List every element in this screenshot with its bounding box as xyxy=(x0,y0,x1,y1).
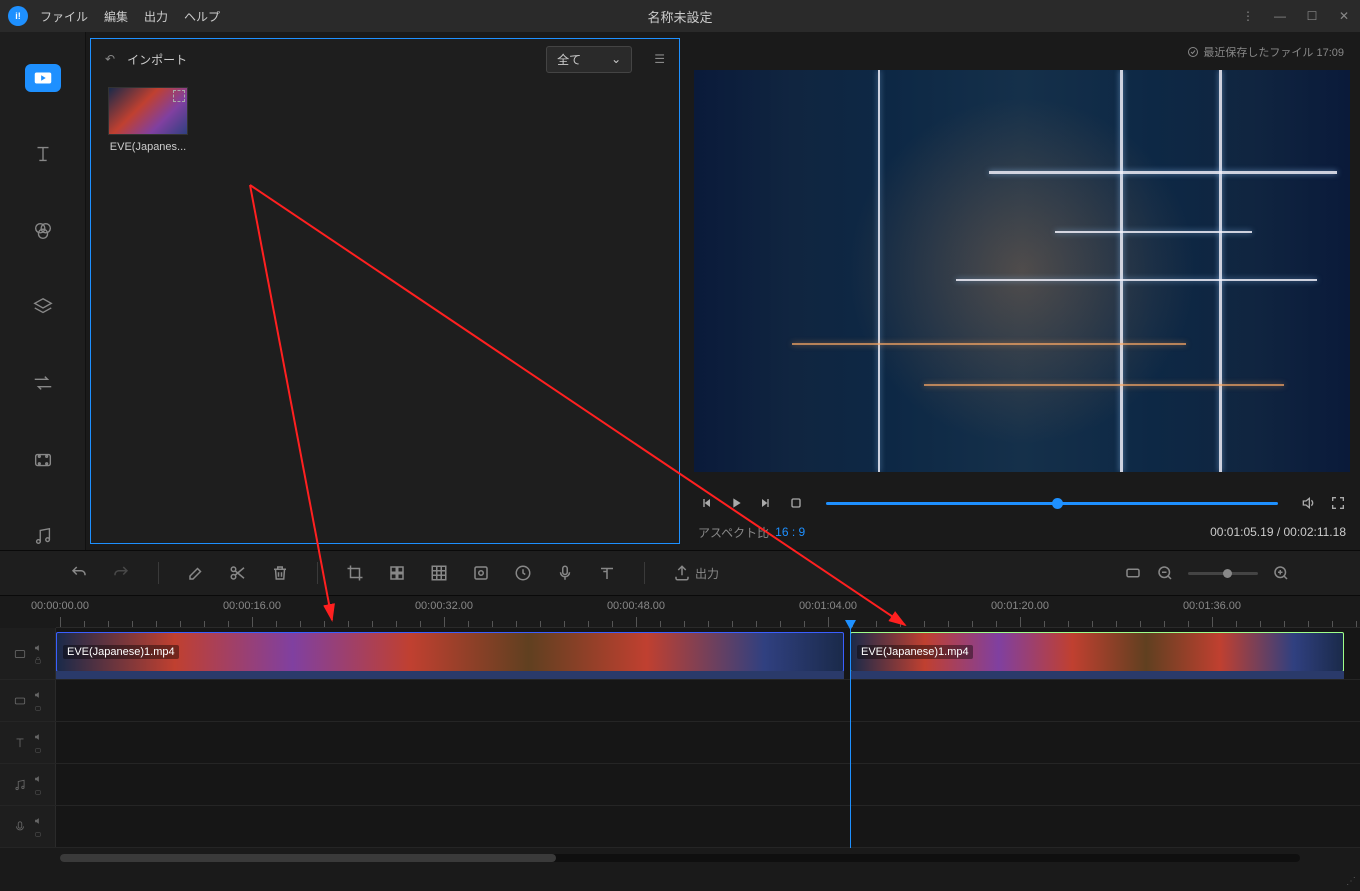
media-item-label: EVE(Japanes... xyxy=(110,141,186,153)
mosaic-tool[interactable] xyxy=(388,564,406,582)
tab-transitions[interactable] xyxy=(25,369,61,397)
zoom-fit-button[interactable] xyxy=(1124,564,1142,582)
progress-bar[interactable] xyxy=(826,502,1278,505)
menu-help[interactable]: ヘルプ xyxy=(184,8,220,25)
timeline: 00:00:00.00 00:00:16.00 00:00:32.00 00:00:4… xyxy=(0,596,1360,848)
import-button[interactable]: インポート xyxy=(127,51,187,68)
audio-track[interactable] xyxy=(0,764,1360,806)
side-tabs xyxy=(0,32,86,550)
export-button[interactable]: 出力 xyxy=(673,564,719,582)
ruler-label: 00:00:16.00 xyxy=(223,600,281,612)
media-filter-dropdown[interactable]: 全て ⌄ xyxy=(546,46,632,73)
tab-filters[interactable] xyxy=(25,217,61,245)
redo-button[interactable] xyxy=(112,564,130,582)
media-item[interactable]: EVE(Japanes... xyxy=(105,87,191,153)
chevron-down-icon: ⌄ xyxy=(611,52,621,66)
progress-knob[interactable] xyxy=(1052,498,1063,509)
zoom-slider[interactable] xyxy=(1188,572,1258,575)
tracks: EVE(Japanese)1.mp4 EVE(Japanese)1.mp4 xyxy=(0,628,1360,848)
video-track[interactable]: EVE(Japanese)1.mp4 EVE(Japanese)1.mp4 xyxy=(0,628,1360,680)
ruler-label: 00:00:48.00 xyxy=(607,600,665,612)
delete-tool[interactable] xyxy=(271,564,289,582)
save-info: 最近保存したファイル 17:09 xyxy=(1187,44,1344,60)
zoom-out-button[interactable] xyxy=(1156,564,1174,582)
minimize-button[interactable]: — xyxy=(1272,9,1288,23)
aspect-label: アスペクト比 xyxy=(698,524,769,541)
ruler-label: 00:01:36.00 xyxy=(1183,600,1241,612)
overlay-track[interactable] xyxy=(0,680,1360,722)
tab-audio[interactable] xyxy=(25,522,61,550)
tab-text[interactable] xyxy=(25,140,61,168)
split-tool[interactable] xyxy=(229,564,247,582)
undo-import-icon[interactable]: ↶ xyxy=(105,52,115,66)
text-tool[interactable] xyxy=(598,564,616,582)
aspect-value[interactable]: 16 : 9 xyxy=(775,525,805,539)
prev-frame-button[interactable] xyxy=(698,495,714,511)
track-head-voice xyxy=(0,806,56,847)
menu-output[interactable]: 出力 xyxy=(144,8,168,25)
media-thumbnail xyxy=(108,87,188,135)
fullscreen-button[interactable] xyxy=(1330,495,1346,511)
volume-button[interactable] xyxy=(1300,495,1316,511)
close-button[interactable]: ✕ xyxy=(1336,9,1352,23)
transport-controls xyxy=(694,486,1350,520)
titlebar: i! ファイル 編集 出力 ヘルプ 名称未設定 ⋮ — ☐ ✕ xyxy=(0,0,1360,32)
track-head-video xyxy=(0,628,56,679)
timeline-toolbar: 出力 xyxy=(0,550,1360,596)
timeline-ruler[interactable]: 00:00:00.0000:00:16.0000:00:32.0000:00:4… xyxy=(56,596,1360,628)
edit-tool[interactable] xyxy=(187,564,205,582)
filter-label: 全て xyxy=(557,51,581,68)
track-head-overlay xyxy=(0,680,56,721)
track-head-text xyxy=(0,722,56,763)
ruler-label: 00:01:04.00 xyxy=(799,600,857,612)
crop-tool[interactable] xyxy=(346,564,364,582)
app-logo: i! xyxy=(8,6,28,26)
ruler-label: 00:00:32.00 xyxy=(415,600,473,612)
menu-file[interactable]: ファイル xyxy=(40,8,88,25)
text-track[interactable] xyxy=(0,722,1360,764)
window-title: 名称未設定 xyxy=(647,7,712,26)
preview-viewport[interactable] xyxy=(694,70,1350,472)
more-icon[interactable]: ⋮ xyxy=(1240,9,1256,23)
tab-overlays[interactable] xyxy=(25,293,61,321)
undo-button[interactable] xyxy=(70,564,88,582)
freeze-tool[interactable] xyxy=(472,564,490,582)
resize-grip[interactable]: ⋰ xyxy=(1346,876,1356,887)
preview-panel: 最近保存したファイル 17:09 アスペクト比 16 : 9 00:01:05.… xyxy=(684,32,1360,550)
voice-track[interactable] xyxy=(0,806,1360,848)
track-head-audio xyxy=(0,764,56,805)
ruler-label: 00:01:20.00 xyxy=(991,600,1049,612)
clip-2[interactable]: EVE(Japanese)1.mp4 xyxy=(850,632,1344,672)
menu-edit[interactable]: 編集 xyxy=(104,8,128,25)
speed-tool[interactable] xyxy=(514,564,532,582)
timeline-scrollbar[interactable] xyxy=(0,848,1360,868)
maximize-button[interactable]: ☐ xyxy=(1304,9,1320,23)
zoom-in-button[interactable] xyxy=(1272,564,1290,582)
playhead[interactable] xyxy=(850,628,851,848)
tab-media[interactable] xyxy=(25,64,61,92)
time-display: 00:01:05.19 / 00:02:11.18 xyxy=(1210,525,1346,539)
grid-tool[interactable] xyxy=(430,564,448,582)
media-panel: ↶ インポート 全て ⌄ ☰ EVE(Japanes... xyxy=(90,38,680,544)
next-frame-button[interactable] xyxy=(758,495,774,511)
play-button[interactable] xyxy=(728,495,744,511)
tab-elements[interactable] xyxy=(25,445,61,473)
voiceover-tool[interactable] xyxy=(556,564,574,582)
stop-button[interactable] xyxy=(788,495,804,511)
ruler-label: 00:00:00.00 xyxy=(31,600,89,612)
list-view-icon[interactable]: ☰ xyxy=(654,52,665,66)
clip-1[interactable]: EVE(Japanese)1.mp4 xyxy=(56,632,844,672)
